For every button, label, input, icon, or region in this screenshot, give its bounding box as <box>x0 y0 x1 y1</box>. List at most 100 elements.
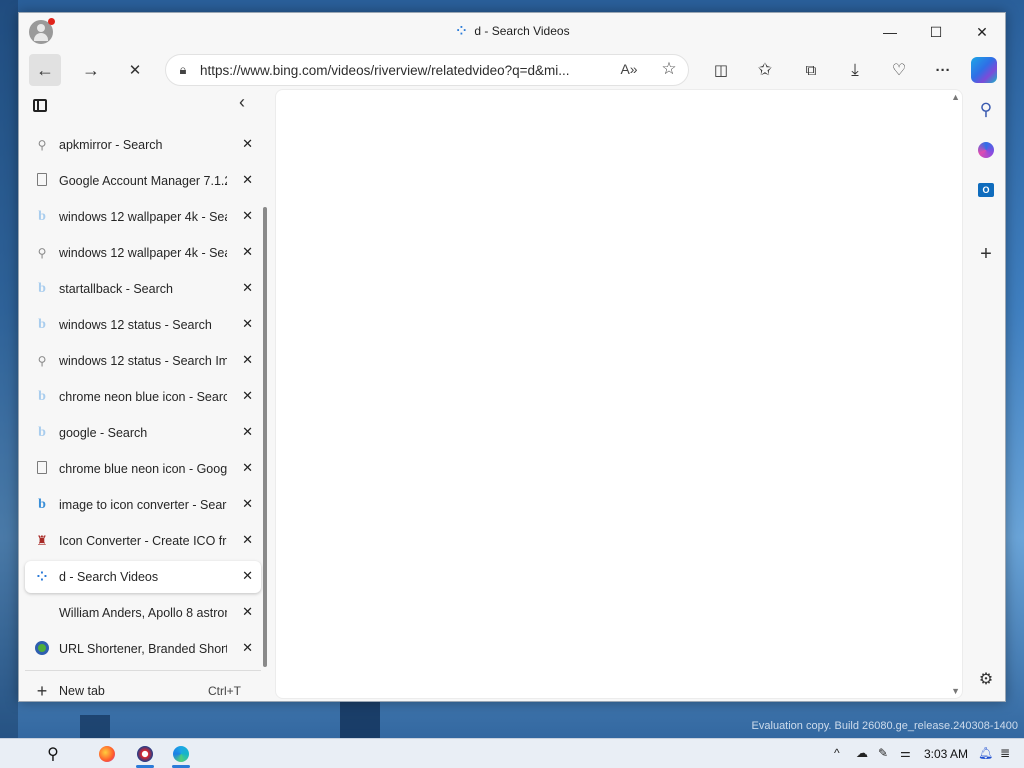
tab-item[interactable]: William Anders, Apollo 8 astrona ✕ <box>25 597 261 629</box>
close-tab-icon[interactable]: ✕ <box>242 532 253 548</box>
close-tab-icon[interactable]: ✕ <box>242 280 253 296</box>
close-tab-icon[interactable]: ✕ <box>242 640 253 656</box>
tab-label: windows 12 status - Search <box>59 318 212 332</box>
loading-spinner-icon: ⁘ <box>456 24 467 38</box>
new-tab-button[interactable]: + New tab Ctrl+T <box>25 675 261 707</box>
close-tab-icon[interactable]: ✕ <box>242 208 253 224</box>
tab-item[interactable]: b google - Search ✕ <box>25 417 261 449</box>
sidebar-add-icon[interactable]: + <box>971 239 1001 269</box>
tab-item[interactable]: b windows 12 wallpaper 4k - Sear ✕ <box>25 201 261 233</box>
tab-item[interactable]: Google Account Manager 7.1.2 ( ✕ <box>25 165 261 197</box>
page-content[interactable]: ▲ ▼ <box>275 89 963 699</box>
more-options-icon[interactable]: ··· <box>927 54 959 86</box>
tray-network-icon[interactable]: ☁ <box>856 746 868 760</box>
tab-label: URL Shortener, Branded Short Li <box>59 642 227 656</box>
firefox-logo-icon <box>99 746 115 762</box>
copilot-logo-icon <box>978 142 994 158</box>
sidebar-search-icon[interactable]: ⚲ <box>971 95 1001 125</box>
url-text[interactable]: https://www.bing.com/videos/riverview/re… <box>200 63 600 78</box>
stop-loading-button[interactable]: ✕ <box>119 54 151 86</box>
taskbar-search-icon[interactable]: ⚲ <box>40 743 66 765</box>
close-tab-icon[interactable]: ✕ <box>242 604 253 620</box>
wallpaper-block <box>80 715 110 738</box>
taskbar: ⚲ ^ ☁ ✎ ⚌ 3:03 AM 🔔︎ ≣ <box>0 738 1024 768</box>
tab-label: apkmirror - Search <box>59 138 163 152</box>
close-tab-icon[interactable]: ✕ <box>242 172 253 188</box>
close-tab-icon[interactable]: ✕ <box>242 496 253 512</box>
tabs-pane-header: ‹ <box>19 89 269 121</box>
close-tab-icon[interactable]: ✕ <box>242 424 253 440</box>
taskbar-clock[interactable]: 3:03 AM <box>924 747 968 761</box>
evaluation-watermark: Evaluation copy. Build 26080.ge_release.… <box>751 720 1018 732</box>
tab-label: google - Search <box>59 426 148 440</box>
close-tab-icon[interactable]: ✕ <box>242 136 253 152</box>
tab-item[interactable]: b startallback - Search ✕ <box>25 273 261 305</box>
favorite-star-icon[interactable]: ☆ <box>658 59 680 79</box>
split-screen-icon[interactable]: ◫ <box>705 54 737 86</box>
taskbar-app-icon[interactable] <box>132 743 158 768</box>
close-tab-icon[interactable]: ✕ <box>242 460 253 476</box>
forward-button[interactable]: → <box>75 54 107 86</box>
tray-stack-icon[interactable]: ≣ <box>1000 746 1010 760</box>
sidebar-copilot-icon[interactable] <box>971 135 1001 165</box>
read-aloud-icon[interactable]: A» <box>618 61 640 77</box>
document-icon <box>25 173 59 189</box>
search-icon: ⚲ <box>37 246 47 260</box>
sidebar-settings-gear-icon[interactable]: ⚙ <box>971 664 1001 694</box>
bing-icon: b <box>38 281 46 296</box>
wallpaper-strip <box>0 0 18 738</box>
taskbar-edge-icon[interactable] <box>168 743 194 768</box>
wallpaper-block <box>340 700 380 738</box>
tab-item[interactable]: b image to icon converter - Search ✕ <box>25 489 261 521</box>
tray-pen-icon[interactable]: ✎ <box>878 746 888 760</box>
tabs-scrollbar[interactable] <box>263 207 267 667</box>
collapse-pane-icon[interactable]: ‹ <box>239 92 245 113</box>
maximize-button[interactable]: ☐ <box>913 13 959 51</box>
bing-icon: b <box>38 389 46 404</box>
favorites-icon[interactable]: ✩ <box>749 54 781 86</box>
tab-item[interactable]: b windows 12 status - Search ✕ <box>25 309 261 341</box>
address-bar[interactable]: 🔒︎ https://www.bing.com/videos/riverview… <box>165 54 689 86</box>
loading-spinner-icon: ⁘ <box>36 569 48 584</box>
back-button[interactable]: ← <box>29 54 61 86</box>
tab-item[interactable]: ♜ Icon Converter - Create ICO from ✕ <box>25 525 261 557</box>
tab-item[interactable]: ⚲ windows 12 status - Search Imag ✕ <box>25 345 261 377</box>
tab-item[interactable]: ⚲ apkmirror - Search ✕ <box>25 129 261 161</box>
collections-icon[interactable]: ⧉ <box>795 54 827 86</box>
tab-item[interactable]: URL Shortener, Branded Short Li ✕ <box>25 633 261 665</box>
tray-chevron-up-icon[interactable]: ^ <box>834 746 840 760</box>
tab-item[interactable]: chrome blue neon icon - Google ✕ <box>25 453 261 485</box>
copilot-icon[interactable] <box>971 57 997 83</box>
tab-label: windows 12 wallpaper 4k - Sear <box>59 246 227 260</box>
tab-label: Icon Converter - Create ICO from <box>59 534 227 548</box>
window-title-text: d - Search Videos <box>474 24 570 38</box>
tab-label: William Anders, Apollo 8 astrona <box>59 606 227 620</box>
url-shortener-icon <box>25 640 59 658</box>
tab-actions-icon[interactable] <box>33 99 47 112</box>
tab-item[interactable]: ⁘ d - Search Videos ✕ <box>25 561 261 593</box>
tab-label: chrome blue neon icon - Google <box>59 462 227 476</box>
sidebar-outlook-icon[interactable]: O <box>971 175 1001 205</box>
close-window-button[interactable]: ✕ <box>959 13 1005 51</box>
tab-label: Google Account Manager 7.1.2 ( <box>59 174 227 188</box>
outlook-logo-icon: O <box>978 183 994 197</box>
close-tab-icon[interactable]: ✕ <box>242 244 253 260</box>
close-tab-icon[interactable]: ✕ <box>242 352 253 368</box>
minimize-button[interactable]: — <box>867 13 913 51</box>
close-tab-icon[interactable]: ✕ <box>242 568 253 584</box>
scroll-down-arrow-icon[interactable]: ▼ <box>951 686 960 696</box>
performance-heart-icon[interactable]: ♡ <box>883 54 915 86</box>
bottle-icon: ♜ <box>36 533 48 548</box>
tray-notification-bell-icon[interactable]: 🔔︎ <box>978 746 993 760</box>
lock-icon[interactable]: 🔒︎ <box>166 62 200 78</box>
scroll-up-arrow-icon[interactable]: ▲ <box>951 92 960 102</box>
tray-settings-sliders-icon[interactable]: ⚌ <box>900 746 911 760</box>
downloads-icon[interactable]: ⤓ <box>839 54 871 86</box>
close-tab-icon[interactable]: ✕ <box>242 388 253 404</box>
bing-icon: b <box>38 317 46 332</box>
tab-item[interactable]: b chrome neon blue icon - Search ✕ <box>25 381 261 413</box>
taskbar-firefox-icon[interactable] <box>94 743 120 765</box>
tab-item[interactable]: ⚲ windows 12 wallpaper 4k - Sear ✕ <box>25 237 261 269</box>
close-tab-icon[interactable]: ✕ <box>242 316 253 332</box>
plus-icon: + <box>36 680 48 701</box>
